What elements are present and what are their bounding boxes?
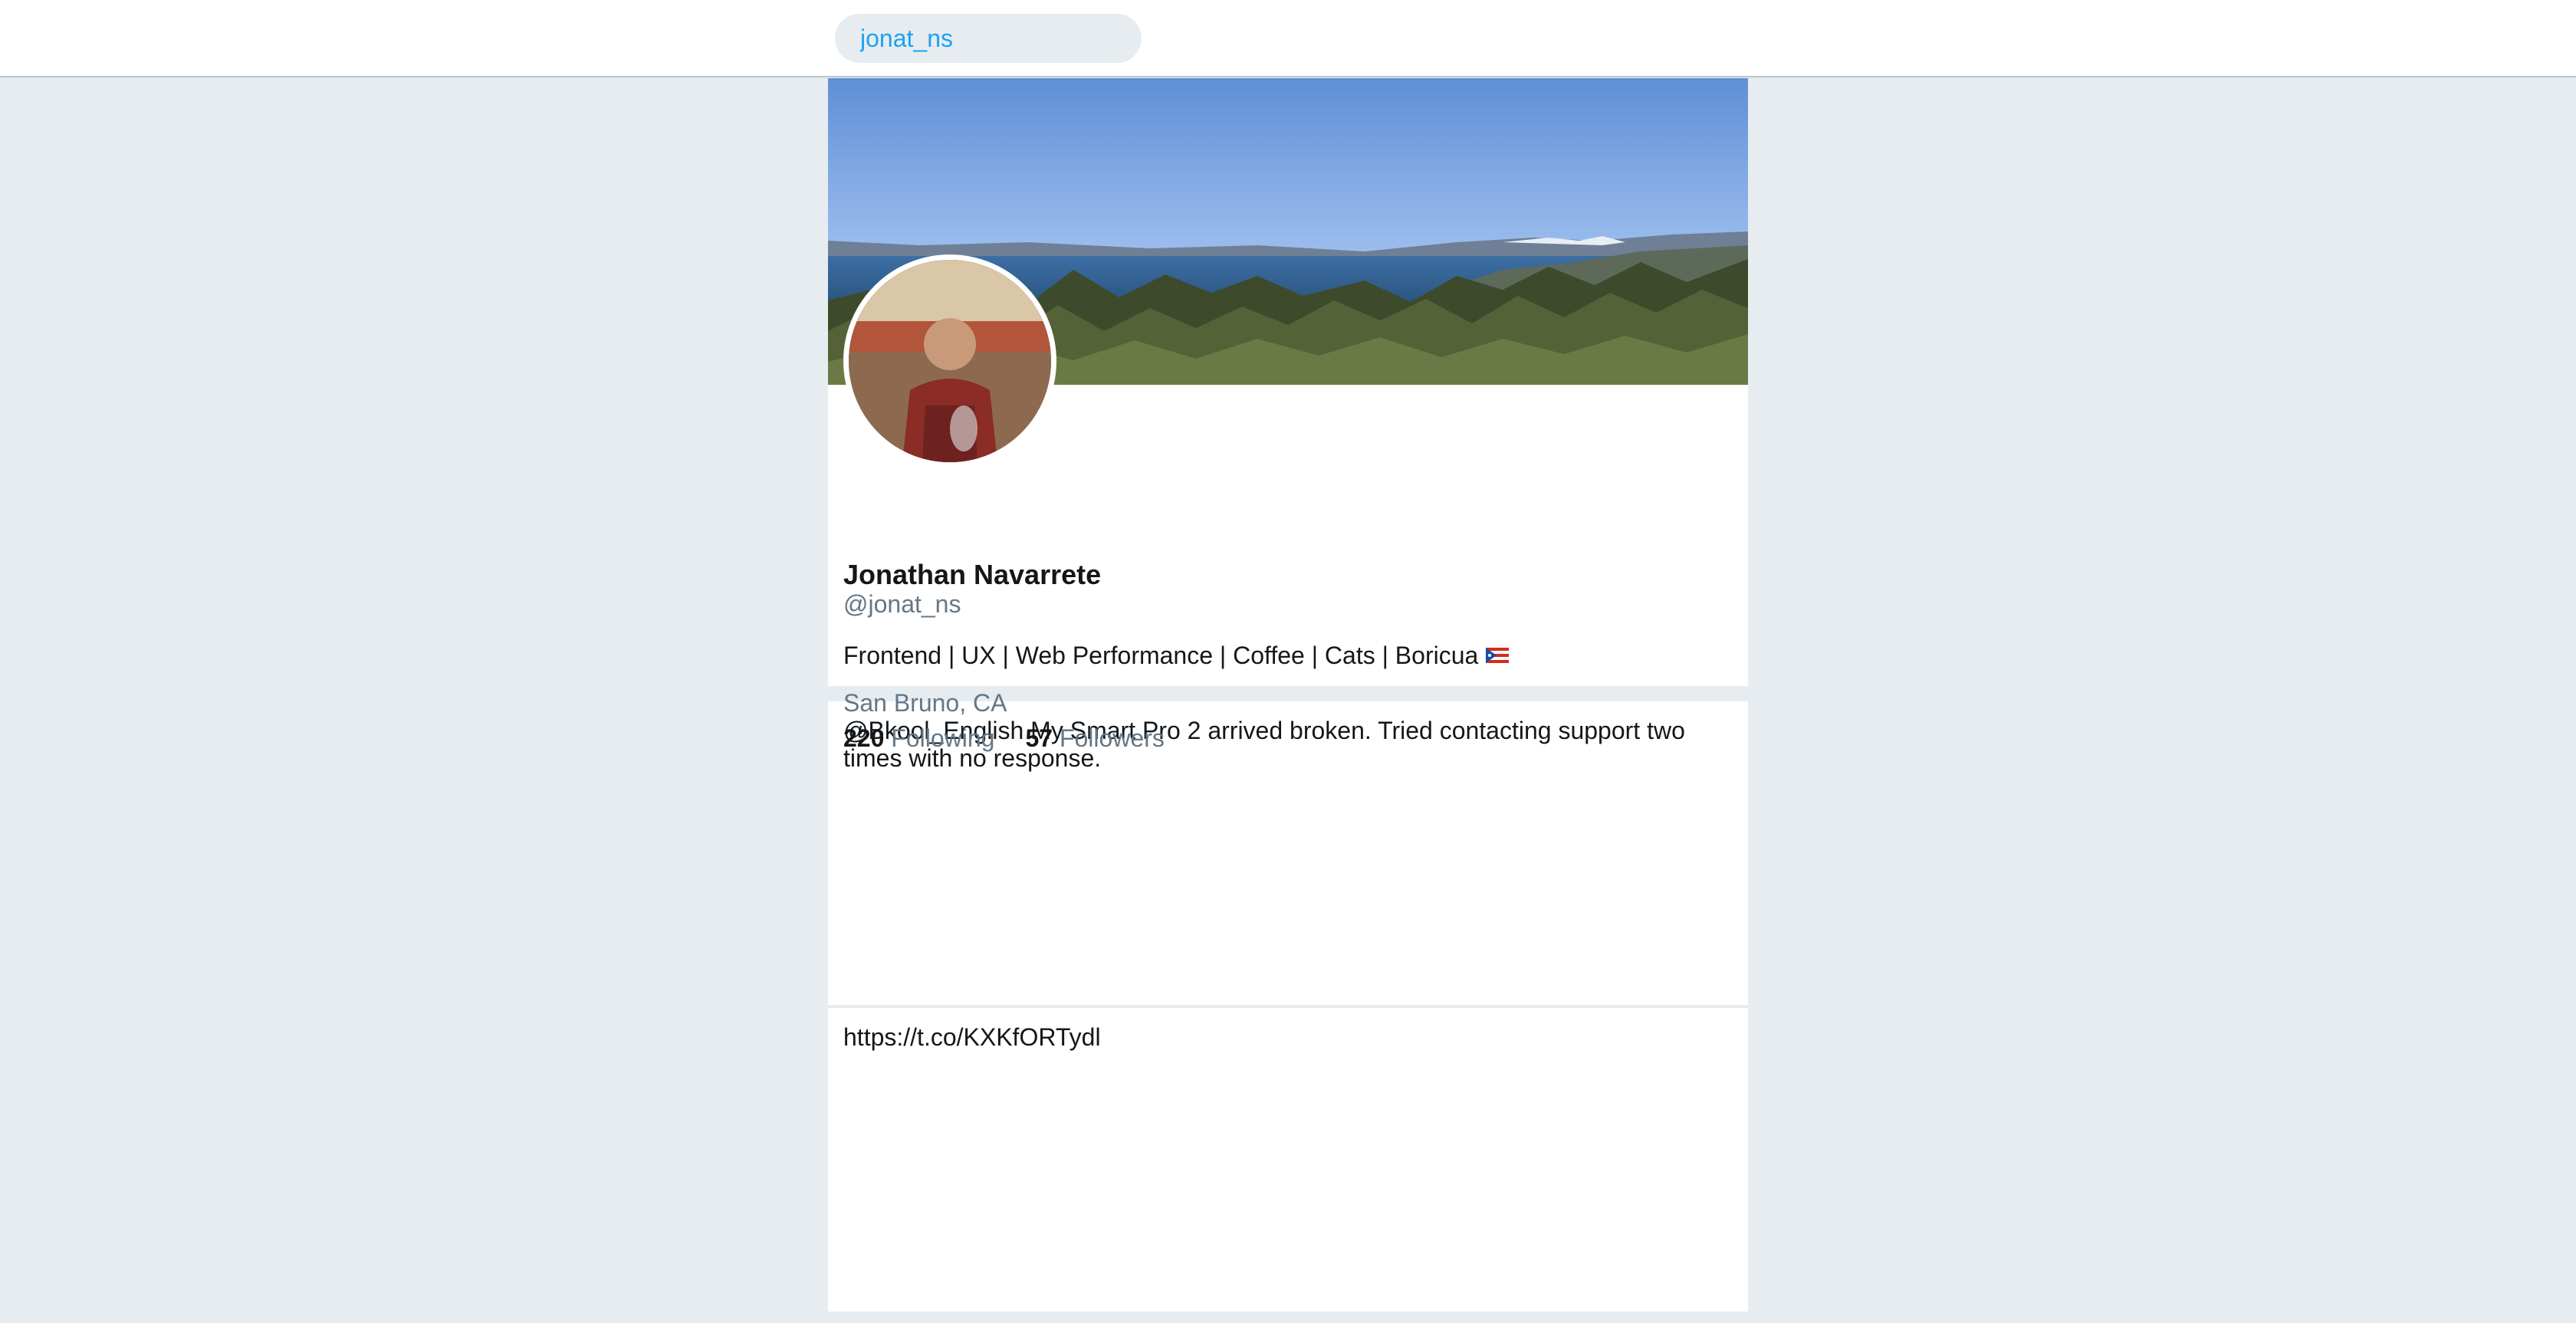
avatar[interactable] bbox=[843, 254, 1056, 468]
following-count: 220 bbox=[843, 724, 885, 752]
following-stat[interactable]: 220 Following bbox=[843, 722, 994, 754]
top-bar bbox=[0, 0, 2576, 77]
followers-count: 57 bbox=[1025, 724, 1053, 752]
profile-bio: Frontend | UX | Web Performance | Coffee… bbox=[843, 639, 1510, 671]
profile-stats: 220 Following 57 Followers bbox=[843, 722, 1165, 754]
puerto-rico-flag-icon bbox=[1486, 648, 1510, 663]
tweet-text[interactable]: https://t.co/KXKfORTydl bbox=[843, 1023, 1725, 1051]
followers-label: Followers bbox=[1059, 724, 1165, 752]
profile-name: Jonathan Navarrete bbox=[843, 559, 1102, 590]
avatar-image bbox=[849, 260, 1051, 462]
profile-handle[interactable]: @jonat_ns bbox=[843, 589, 961, 619]
profile-location: San Bruno, CA bbox=[843, 689, 1007, 717]
search-input[interactable] bbox=[835, 14, 1142, 63]
following-label: Following bbox=[891, 724, 995, 752]
profile-bio-text: Frontend | UX | Web Performance | Coffee… bbox=[843, 642, 1479, 669]
followers-stat[interactable]: 57 Followers bbox=[1025, 722, 1164, 754]
tweet-card[interactable]: https://t.co/KXKfORTydl bbox=[828, 1008, 1748, 1313]
